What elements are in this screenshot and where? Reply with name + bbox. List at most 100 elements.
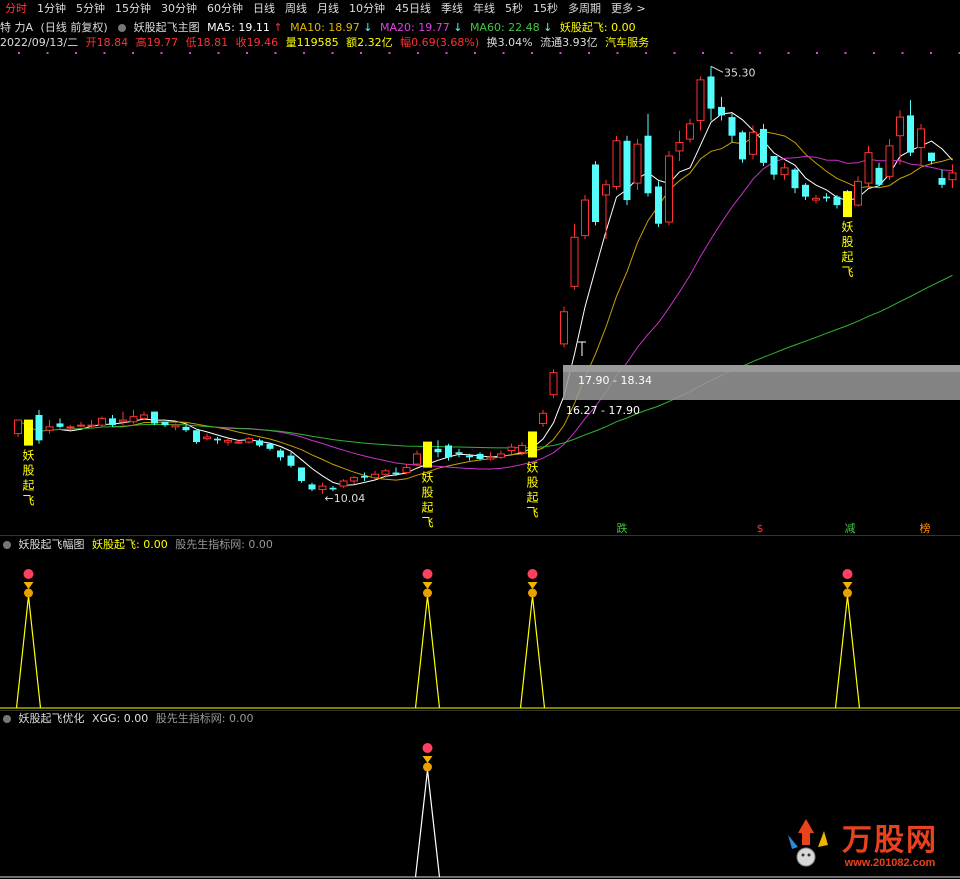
ref-dot	[445, 52, 448, 54]
candlestick-chart[interactable]: 17.90 - 18.3416.27 - 17.9035.30←10.04妖股起…	[0, 0, 960, 879]
candle	[780, 162, 789, 180]
candle	[907, 100, 914, 157]
money-bag-mid	[422, 582, 433, 589]
candle-body	[760, 128, 767, 163]
ref-dot	[75, 52, 77, 54]
money-bag-top	[422, 743, 433, 753]
high-label: 35.30	[724, 66, 756, 79]
candle-body	[728, 117, 736, 136]
candle	[371, 470, 379, 480]
indicator2-source: 股先生指标网: 0.00	[155, 712, 254, 725]
candle-body	[119, 419, 127, 423]
candle	[151, 411, 158, 426]
candle-body	[298, 467, 305, 481]
indicator1-source: 股先生指标网: 0.00	[175, 538, 273, 551]
signal-char: 股	[841, 235, 853, 249]
candle-body	[129, 416, 138, 423]
candle	[539, 409, 547, 427]
panel-divider	[0, 535, 960, 536]
candle-body	[371, 473, 379, 479]
candle-body	[287, 455, 295, 466]
money-bag-icon	[422, 743, 433, 772]
marker-label: 减	[845, 522, 856, 535]
candle	[917, 123, 925, 167]
candle	[655, 181, 662, 228]
candle	[287, 452, 295, 468]
candle-body	[507, 446, 516, 452]
candle-body	[938, 178, 946, 185]
candle	[361, 472, 368, 481]
candle-body	[864, 152, 873, 184]
candle	[56, 418, 64, 429]
candle	[854, 176, 862, 207]
money-bag-coin	[24, 588, 33, 598]
candle-body	[466, 455, 473, 458]
candle-body	[675, 141, 684, 152]
candle	[686, 118, 694, 143]
candle	[129, 409, 138, 424]
candle	[497, 450, 505, 459]
watermark-title: 万股网	[842, 823, 938, 858]
signal-char: 飞	[421, 516, 433, 530]
candle-body	[66, 426, 75, 429]
money-bag-mid	[23, 582, 34, 589]
candle-body	[109, 418, 116, 426]
ref-dot	[844, 52, 847, 54]
money-bag-mid	[422, 756, 433, 763]
candle	[696, 76, 705, 131]
candle	[507, 443, 516, 454]
signal-char: 飞	[841, 265, 853, 279]
bull-logo-icon	[788, 819, 828, 867]
indicator2-name[interactable]: 妖股起飞优化	[19, 712, 85, 725]
money-bag-coin	[528, 588, 537, 598]
ref-dot	[673, 52, 676, 54]
candle	[739, 130, 746, 163]
candle	[560, 306, 568, 348]
indicator1-spike	[519, 595, 546, 709]
indicator1-header: 妖股起飞幅图 妖股起飞: 0.00 股先生指标网: 0.00	[0, 537, 273, 553]
signal-bar	[843, 191, 852, 218]
indicator2-value: XGG: 0.00	[92, 712, 149, 725]
ref-dot	[730, 52, 733, 54]
candle	[455, 448, 463, 458]
candle-body	[907, 115, 914, 153]
money-bag-top	[527, 569, 538, 579]
ref-dot	[702, 52, 704, 54]
ref-dot	[645, 52, 647, 54]
candle-body	[413, 453, 421, 465]
signal-char: 妖	[22, 449, 34, 463]
candle	[791, 167, 799, 194]
candle-body	[823, 196, 830, 199]
candle	[633, 139, 642, 190]
candle	[77, 421, 85, 427]
candle-body	[623, 140, 631, 201]
candle-body	[802, 184, 809, 197]
indicator1-name[interactable]: 妖股起飞幅图	[19, 538, 85, 551]
candle	[581, 194, 589, 239]
candle-body	[98, 417, 106, 426]
signal-char: 股	[526, 475, 538, 489]
indicator2-spike	[414, 769, 441, 878]
indicator-toggle-icon[interactable]	[3, 541, 11, 549]
ref-dot	[901, 52, 904, 54]
ref-dot	[331, 52, 334, 54]
candle	[224, 438, 232, 446]
candle-body	[486, 456, 495, 460]
candle	[245, 436, 253, 444]
indicator-toggle-icon[interactable]	[3, 715, 11, 723]
candle-body	[392, 472, 400, 475]
candle-body	[308, 484, 316, 490]
candle	[885, 139, 894, 180]
candle-body	[214, 438, 221, 441]
candle	[308, 482, 316, 492]
candle-body	[87, 424, 96, 427]
ref-dot	[303, 52, 305, 54]
candle-body	[560, 311, 568, 345]
ref-dot	[274, 52, 277, 54]
candle	[193, 430, 200, 444]
candle	[623, 135, 631, 206]
candle-body	[633, 143, 642, 184]
candle-body	[749, 131, 757, 155]
money-bag-top	[23, 569, 34, 579]
candle-body	[476, 453, 484, 459]
